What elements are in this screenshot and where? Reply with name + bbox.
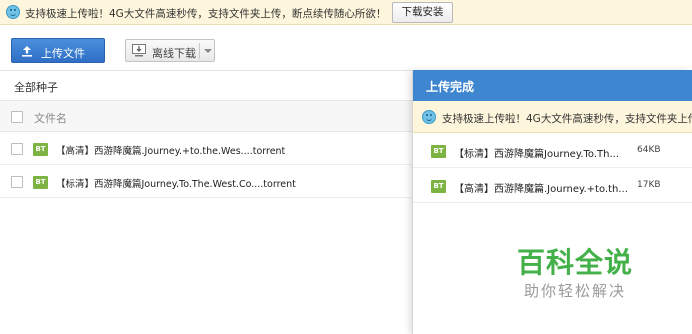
list-header: 文件名 (0, 100, 412, 132)
select-all-checkbox[interactable] (11, 111, 23, 123)
panel-promo-text: 支持极速上传啦！4G大文件高速秒传，支持文件夹上传 (442, 113, 692, 125)
row-checkbox[interactable] (11, 176, 23, 188)
offline-download-label: 离线下载 (152, 47, 196, 60)
watermark-subtitle: 助你轻松解决 (524, 282, 627, 300)
button-divider (199, 43, 200, 59)
bt-file-icon: BT (431, 145, 446, 158)
promo-text: 支持极速上传啦！4G大文件高速秒传，支持文件夹上传，断点续传随心所欲！ (25, 8, 387, 20)
file-row[interactable]: BT 【标清】西游降魔篇Journey.To.The.West.Co....to… (0, 166, 412, 198)
uploaded-file-name: 【标清】西游降魔篇Journey.To.Th... (454, 149, 620, 160)
uploaded-file-row[interactable]: BT 【高清】西游降魔篇.Journey.+to.th... 17KB (413, 169, 692, 203)
watermark-title: 百科全说 (517, 246, 634, 279)
upload-arrow-icon (22, 46, 32, 57)
bt-file-icon: BT (431, 180, 446, 193)
chevron-down-icon[interactable] (204, 49, 212, 53)
offline-download-icon (132, 44, 146, 57)
upload-file-label: 上传文件 (41, 47, 85, 60)
smile-icon (422, 110, 436, 124)
file-row[interactable]: BT 【高清】西游降魔篇.Journey.+to.the.Wes....torr… (0, 133, 412, 165)
panel-promo-banner: 支持极速上传啦！4G大文件高速秒传，支持文件夹上传 (413, 101, 692, 133)
smile-icon (6, 5, 20, 19)
upload-file-button[interactable]: 上传文件 (11, 38, 105, 63)
bt-file-icon: BT (33, 143, 48, 156)
file-name[interactable]: 【高清】西游降魔篇.Journey.+to.the.Wes....torrent (56, 143, 285, 157)
uploaded-file-name: 【高清】西游降魔篇.Journey.+to.th... (454, 184, 628, 195)
panel-header: 上传完成 (413, 70, 692, 101)
offline-download-button[interactable]: 离线下载 (125, 39, 215, 62)
row-checkbox[interactable] (11, 143, 23, 155)
bt-file-icon: BT (33, 176, 48, 189)
promo-banner: 支持极速上传啦！4G大文件高速秒传，支持文件夹上传，断点续传随心所欲！ 下载安装 (0, 0, 692, 25)
uploaded-file-size: 64KB (637, 145, 661, 155)
uploaded-file-size: 17KB (637, 180, 661, 190)
panel-title: 上传完成 (426, 80, 475, 94)
file-name[interactable]: 【标清】西游降魔篇Journey.To.The.West.Co....torre… (56, 176, 296, 190)
download-install-button[interactable]: 下载安装 (392, 2, 453, 23)
breadcrumb-all-seeds[interactable]: 全部种子 (14, 79, 58, 95)
column-header-filename[interactable]: 文件名 (34, 110, 67, 126)
uploaded-file-row[interactable]: BT 【标清】西游降魔篇Journey.To.Th... 64KB (413, 134, 692, 168)
